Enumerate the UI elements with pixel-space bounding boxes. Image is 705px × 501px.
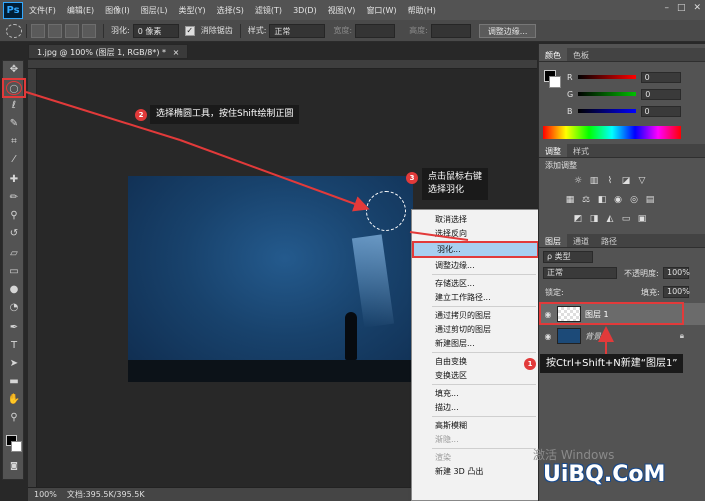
step2-badge: 2	[135, 109, 147, 121]
step1-callout: 按Ctrl+Shift+N新建“图层1”	[540, 354, 684, 373]
arrow-step2-head	[179, 139, 370, 212]
step3-badge: 3	[406, 172, 418, 184]
step2-callout: 选择椭圆工具，按住Shift绘制正圆	[150, 105, 300, 124]
windows-activation-watermark: 激活 Windows	[533, 448, 615, 462]
arrow-step3	[409, 231, 469, 241]
step3-callout-line2: 选择羽化	[428, 185, 465, 195]
step1-badge: 1	[524, 358, 536, 370]
step3-callout-line1: 点击鼠标右键	[428, 172, 483, 182]
step3-callout: 点击鼠标右键 选择羽化	[422, 168, 489, 200]
site-watermark: UiBQ.CoM	[543, 462, 666, 487]
annotation-arrows	[25, 91, 614, 355]
